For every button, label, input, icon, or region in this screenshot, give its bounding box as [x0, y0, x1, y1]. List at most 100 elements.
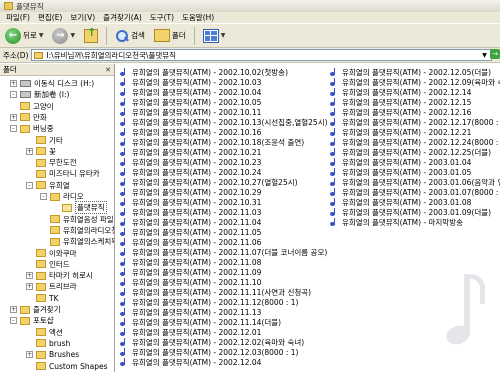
menu-edit[interactable]: 편집(E)	[34, 12, 66, 23]
file-item[interactable]: 유희열의 플댓뮤직(ATM) - 2002.12.03(8000 : 1)	[120, 347, 328, 357]
search-button[interactable]: 검색	[112, 27, 148, 45]
address-input[interactable]: I:\유비님꺼\유희열의라디오천국\플댓뮤직	[31, 49, 482, 61]
file-item[interactable]: 유희열의 플댓뮤직(ATM) - 2002.10.23	[120, 157, 328, 167]
file-item[interactable]: 유희열의 플댓뮤직(ATM) - 2002.10.02(첫방송)	[120, 67, 328, 77]
file-item[interactable]: 유희열의 플댓뮤직(ATM) - 2002.11.08	[120, 257, 328, 267]
collapse-icon[interactable]: -	[26, 181, 33, 189]
file-item[interactable]: 유희열의 플댓뮤직(ATM) - 2002.12.15	[330, 97, 500, 107]
file-item[interactable]: 유희열의 플댓뮤직(ATM) - 2002.10.29	[120, 187, 328, 197]
file-item[interactable]: 유희열의 플댓뮤직(ATM) - 2002.12.04	[120, 357, 328, 367]
file-item[interactable]: 유희열의 플댓뮤직(ATM) - 2002.10.21	[120, 147, 328, 157]
file-item[interactable]: 유희열의 플댓뮤직(ATM) - 2002.12.16	[330, 107, 500, 117]
file-item[interactable]: 유희열의 플댓뮤직(ATM) - 2002.12.17(8000 : 1)	[330, 117, 500, 127]
file-item[interactable]: 유희열의 플댓뮤직(ATM) - 2003.01.06(음악과 인생 유희	[330, 177, 500, 187]
tree-item[interactable]: 유희열음성 파일	[40, 214, 114, 225]
file-item[interactable]: 유희열의 플댓뮤직(ATM) - 2002.12.14	[330, 87, 500, 97]
expand-icon[interactable]: +	[10, 80, 17, 87]
tree-item[interactable]: + 꽃	[26, 146, 56, 157]
file-item[interactable]: 유희열의 플댓뮤직(ATM) - 2002.11.06	[120, 237, 328, 247]
file-item[interactable]: 유희열의 플댓뮤직(ATM) - 2002.10.03	[120, 77, 328, 87]
file-item[interactable]: 유희열의 플댓뮤직(ATM) - 2002.10.18(조윤석 출연)	[120, 137, 328, 147]
tree-item[interactable]: 액션	[26, 327, 63, 338]
menu-favorites[interactable]: 즐겨찾기(A)	[99, 12, 146, 23]
expand-icon[interactable]: +	[26, 272, 33, 280]
file-item[interactable]: 유희열의 플댓뮤직(ATM) - 2003.01.05	[330, 167, 500, 177]
file-item[interactable]: 유희열의 플댓뮤직(ATM) - 2002.11.13	[120, 307, 328, 317]
tree-item[interactable]: 플댓뮤직	[52, 201, 107, 215]
file-item[interactable]: 유희열의 플댓뮤직(ATM) - 2002.11.12(8000 : 1)	[120, 297, 328, 307]
tree-item[interactable]: brush	[26, 338, 70, 349]
tree-item[interactable]: - 新加卷 (I:)	[10, 89, 69, 100]
file-item[interactable]: 유희열의 플댓뮤직(ATM) - 2002.12.05(더블)	[330, 67, 500, 77]
up-folder-button[interactable]	[81, 26, 101, 45]
menu-bar: 파일(F) 편집(E) 보기(V) 즐겨찾기(A) 도구(T) 도움말(H)	[0, 12, 500, 24]
tree-item[interactable]: 기타	[26, 135, 63, 146]
file-item[interactable]: 유희열의 플댓뮤직(ATM) - 2002.11.07(더블 코너이름 공모)	[120, 247, 328, 257]
file-item[interactable]: 유희열의 플댓뮤직(ATM) - 2002.10.27(열혈25시)	[120, 177, 328, 187]
expand-icon[interactable]: +	[26, 283, 33, 291]
file-item[interactable]: 유희열의 플댓뮤직(ATM) - 2002.12.01	[120, 327, 328, 337]
tree-item[interactable]: 고양이	[10, 101, 54, 112]
tree-item[interactable]: - 포토샵	[10, 315, 54, 326]
collapse-icon[interactable]: -	[40, 193, 47, 200]
file-item[interactable]: 유희열의 플댓뮤직(ATM) - 2002.11.10	[120, 277, 328, 287]
tree-item[interactable]: + 만화	[10, 112, 47, 123]
file-item[interactable]: 유희열의 플댓뮤직(ATM) - 2002.10.05	[120, 97, 328, 107]
file-item[interactable]: 유희열의 플댓뮤직(ATM) - 2002.12.02(육마와 숙녀)	[120, 337, 328, 347]
file-item[interactable]: 유희열의 플댓뮤직(ATM) - 2002.12.24(8000 : 1)	[330, 137, 500, 147]
tree-item[interactable]: + 이동식 디스크 (H:)	[10, 78, 94, 89]
file-item[interactable]: 유희열의 플댓뮤직(ATM) - 2003.01.09(더블)	[330, 207, 500, 217]
collapse-icon[interactable]: -	[10, 125, 17, 133]
tree-item[interactable]: 무한도전	[26, 157, 77, 168]
tree-item[interactable]: TK	[26, 293, 59, 304]
file-item[interactable]: 유희열의 플댓뮤직(ATM) - 2002.12.21	[330, 127, 500, 137]
forward-button[interactable]: → ▼	[49, 27, 78, 45]
file-item[interactable]: 유희열의 플댓뮤직(ATM) - 2002.12.25(더블)	[330, 147, 500, 157]
tree-item[interactable]: + Brushes	[26, 349, 79, 360]
file-item[interactable]: 유희열의 플댓뮤직(ATM) - 2002.11.14(더블)	[120, 317, 328, 327]
expand-icon[interactable]: +	[10, 306, 17, 313]
tree-item[interactable]: - 버닝중	[10, 123, 54, 134]
file-item[interactable]: 유희열의 플댓뮤직(ATM) - 2002.12.09(육마와 숙녀)	[330, 77, 500, 87]
file-item[interactable]: 유희열의 플댓뮤직(ATM) - 2002.11.03	[120, 207, 328, 217]
close-icon[interactable]: ✕	[105, 66, 111, 74]
file-item[interactable]: 유희열의 플댓뮤직(ATM) - 2002.11.04	[120, 217, 328, 227]
tree-item[interactable]: Custom Shapes	[26, 361, 108, 372]
file-item[interactable]: 유희열의 플댓뮤직(ATM) - 2002.10.24	[120, 167, 328, 177]
file-item[interactable]: 유희열의 플댓뮤직(ATM) - 2003.01.04	[330, 157, 500, 167]
file-item[interactable]: 유희열의 플댓뮤직(ATM) - 2002.10.04	[120, 87, 328, 97]
expand-icon[interactable]: +	[10, 113, 17, 121]
file-item[interactable]: 유희열의 플댓뮤직(ATM) - 2002.10.13(시선집중,열혈25시)	[120, 117, 328, 127]
tree-item[interactable]: 유희열의라디오천	[40, 225, 114, 236]
back-button[interactable]: ← 뒤로 ▼	[2, 27, 46, 45]
file-item[interactable]: 유희열의 플댓뮤직(ATM) - 2003.01.07(8000 : 1)	[330, 187, 500, 197]
tree-item[interactable]: - 유희열	[26, 180, 70, 191]
menu-tools[interactable]: 도구(T)	[146, 12, 178, 23]
collapse-icon[interactable]: -	[10, 317, 17, 325]
file-item[interactable]: 유희열의 플댓뮤직(ATM) - 2002.10.11	[120, 107, 328, 117]
menu-view[interactable]: 보기(V)	[66, 12, 99, 23]
tree-item[interactable]: + 타마키 히로시	[26, 270, 93, 281]
menu-help[interactable]: 도움말(H)	[178, 12, 218, 23]
collapse-icon[interactable]: -	[10, 91, 17, 99]
tree-item[interactable]: + 즐겨찾기	[10, 304, 61, 315]
tree-item[interactable]: 유희열의스케치북	[40, 236, 114, 247]
expand-icon[interactable]: +	[26, 351, 33, 359]
file-item[interactable]: 유희열의 플댓뮤직(ATM) - 2002.11.05	[120, 227, 328, 237]
go-button[interactable]: →	[490, 49, 500, 59]
file-item[interactable]: 유희열의 플댓뮤직(ATM) - 2002.11.09	[120, 267, 328, 277]
address-path: I:\유비님꺼\유희열의라디오천국\플댓뮤직	[46, 50, 177, 60]
file-item[interactable]: 유희열의 플댓뮤직(ATM) - 2002.10.16	[120, 127, 328, 137]
folders-button[interactable]: 폴더	[151, 27, 189, 45]
tree-item[interactable]: + 트리브라	[26, 281, 77, 292]
tree-item[interactable]: 인터드	[26, 259, 70, 270]
tree-item[interactable]: 미즈타니 유타카	[26, 168, 100, 179]
file-item[interactable]: 유희열의 플댓뮤직(ATM) - 2003.01.08	[330, 197, 500, 207]
expand-icon[interactable]: +	[26, 147, 33, 155]
views-button[interactable]: ▼	[200, 27, 229, 45]
tree-item[interactable]: 이와쿠마	[26, 248, 77, 259]
file-item[interactable]: 유희열의 플댓뮤직(ATM) - 2002.10.31	[120, 197, 328, 207]
menu-file[interactable]: 파일(F)	[2, 12, 34, 23]
file-item[interactable]: 유희열의 플댓뮤직(ATM) - 2002.11.11(사연과 신청곡)	[120, 287, 328, 297]
file-item[interactable]: 유희열의 플댓뮤직(ATM) - 마지막방송	[330, 217, 500, 227]
